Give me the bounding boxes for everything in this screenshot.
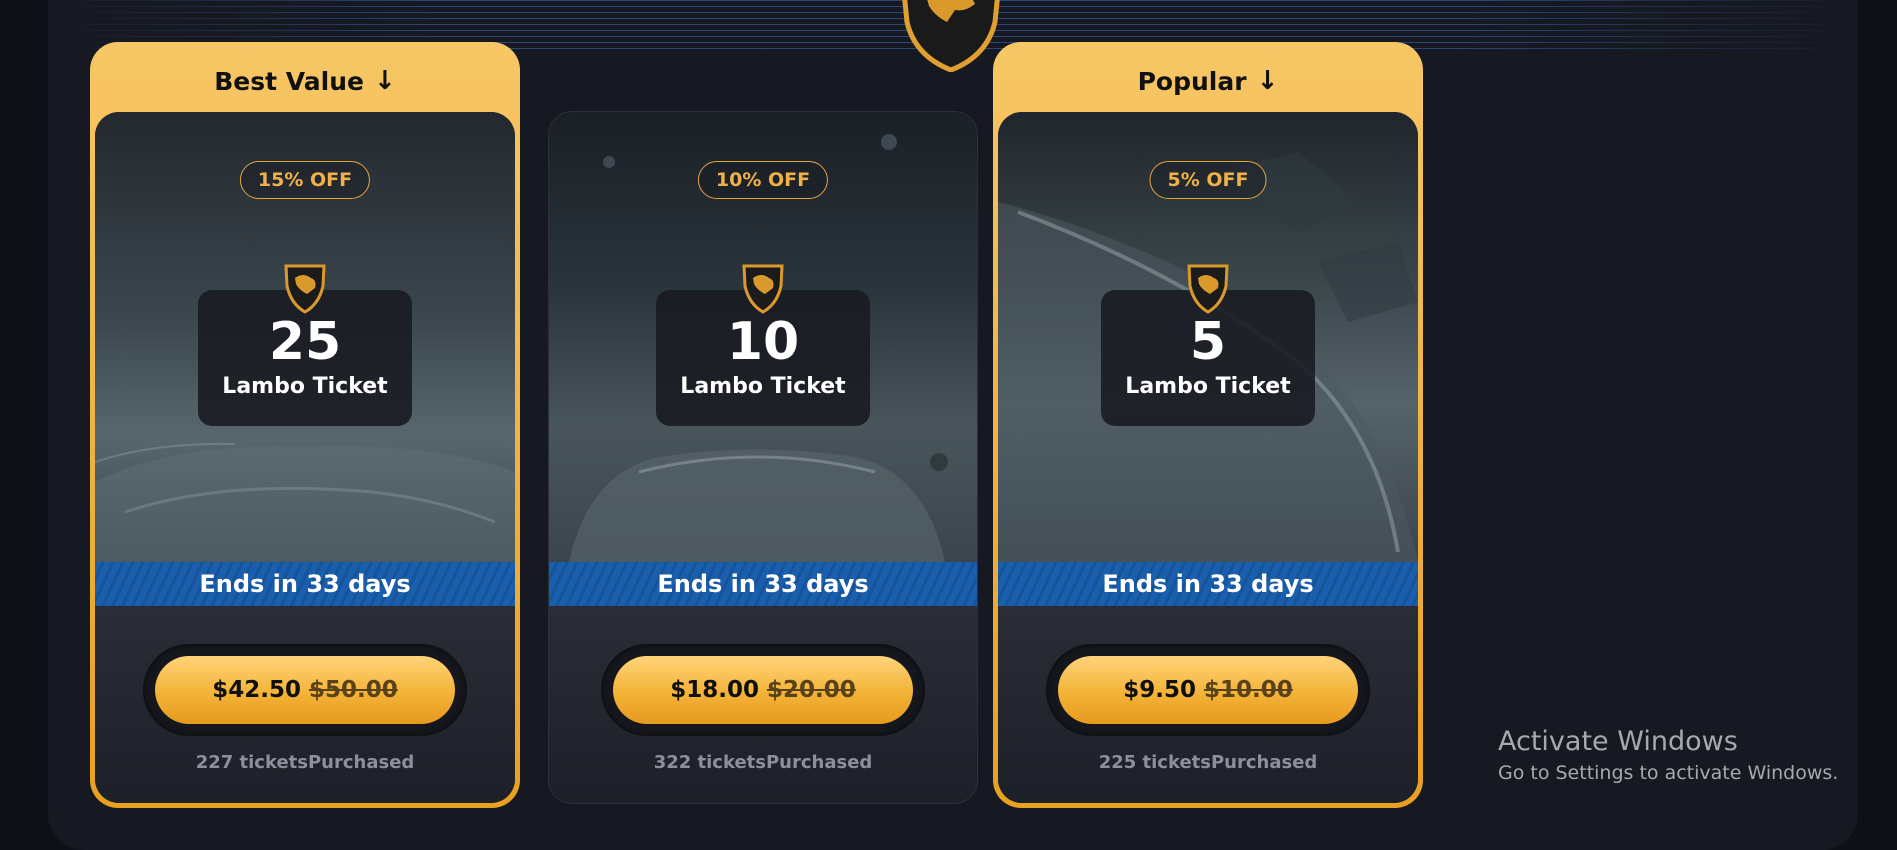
discount-badge: 10% OFF xyxy=(697,161,829,199)
ticket-count-box: 5 Lambo Ticket xyxy=(1101,264,1315,426)
ticket-label: Lambo Ticket xyxy=(680,374,846,399)
ticket-count-box: 25 Lambo Ticket xyxy=(198,264,412,426)
buy-button[interactable]: $42.50 $50.00 xyxy=(155,656,455,724)
ends-banner: Ends in 33 days xyxy=(549,562,977,606)
lamborghini-shield-icon xyxy=(284,264,326,314)
buy-button[interactable]: $18.00 $20.00 xyxy=(613,656,913,724)
watermark-subtitle: Go to Settings to activate Windows. xyxy=(1498,762,1839,784)
original-price: $20.00 xyxy=(767,677,856,703)
watermark-title: Activate Windows xyxy=(1498,726,1738,757)
card-header-label: Popular xyxy=(1137,66,1247,96)
ticket-label: Lambo Ticket xyxy=(222,374,388,399)
current-price: $9.50 xyxy=(1123,677,1196,703)
card-body: 15% OFF 25 Lambo Ticket Ends in 33 days … xyxy=(95,112,515,803)
activate-windows-watermark: Activate Windows Go to Settings to activ… xyxy=(1498,724,1838,786)
lamborghini-shield-icon xyxy=(1187,264,1229,314)
price-button-frame: $42.50 $50.00 xyxy=(143,644,467,736)
ticket-count: 5 xyxy=(1189,312,1227,372)
arrow-down-icon: ↓ xyxy=(373,66,396,96)
ticket-count-box: 10 Lambo Ticket xyxy=(656,264,870,426)
price-section: $42.50 $50.00 227 ticketsPurchased xyxy=(95,606,515,803)
ticket-count: 25 xyxy=(268,312,342,372)
price-section: $18.00 $20.00 322 ticketsPurchased xyxy=(549,606,977,803)
ticket-card-10: 10% OFF 10 Lambo Ticket Ends in 33 days … xyxy=(548,111,978,804)
ticket-count: 10 xyxy=(726,312,800,372)
card-header: Best Value ↓ xyxy=(95,47,515,115)
card-header-label: Best Value xyxy=(214,66,364,96)
price-button-frame: $9.50 $10.00 xyxy=(1046,644,1370,736)
ticket-card-25: Best Value ↓ 15% OFF 25 Lambo Ticket End… xyxy=(90,42,520,808)
buy-button[interactable]: $9.50 $10.00 xyxy=(1058,656,1358,724)
arrow-down-icon: ↓ xyxy=(1256,66,1279,96)
original-price: $10.00 xyxy=(1204,677,1293,703)
card-body: 10% OFF 10 Lambo Ticket Ends in 33 days … xyxy=(549,112,977,803)
purchased-count: 225 ticketsPurchased xyxy=(1098,752,1318,773)
ends-banner: Ends in 33 days xyxy=(95,562,515,606)
ends-banner: Ends in 33 days xyxy=(998,562,1418,606)
purchased-count: 322 ticketsPurchased xyxy=(653,752,873,773)
purchased-count: 227 ticketsPurchased xyxy=(195,752,415,773)
lamborghini-shield-icon xyxy=(742,264,784,314)
price-button-frame: $18.00 $20.00 xyxy=(601,644,925,736)
current-price: $42.50 xyxy=(212,677,301,703)
discount-badge: 15% OFF xyxy=(239,161,371,199)
ticket-label: Lambo Ticket xyxy=(1125,374,1291,399)
discount-badge: 5% OFF xyxy=(1149,161,1267,199)
lamborghini-shield-icon xyxy=(902,0,1000,72)
price-section: $9.50 $10.00 225 ticketsPurchased xyxy=(998,606,1418,803)
current-price: $18.00 xyxy=(670,677,759,703)
card-body: 5% OFF 5 Lambo Ticket Ends in 33 days $9… xyxy=(998,112,1418,803)
ticket-card-5: Popular ↓ 5% OFF 5 Lambo Ticket Ends in … xyxy=(993,42,1423,808)
original-price: $50.00 xyxy=(309,677,398,703)
card-header: Popular ↓ xyxy=(998,47,1418,115)
